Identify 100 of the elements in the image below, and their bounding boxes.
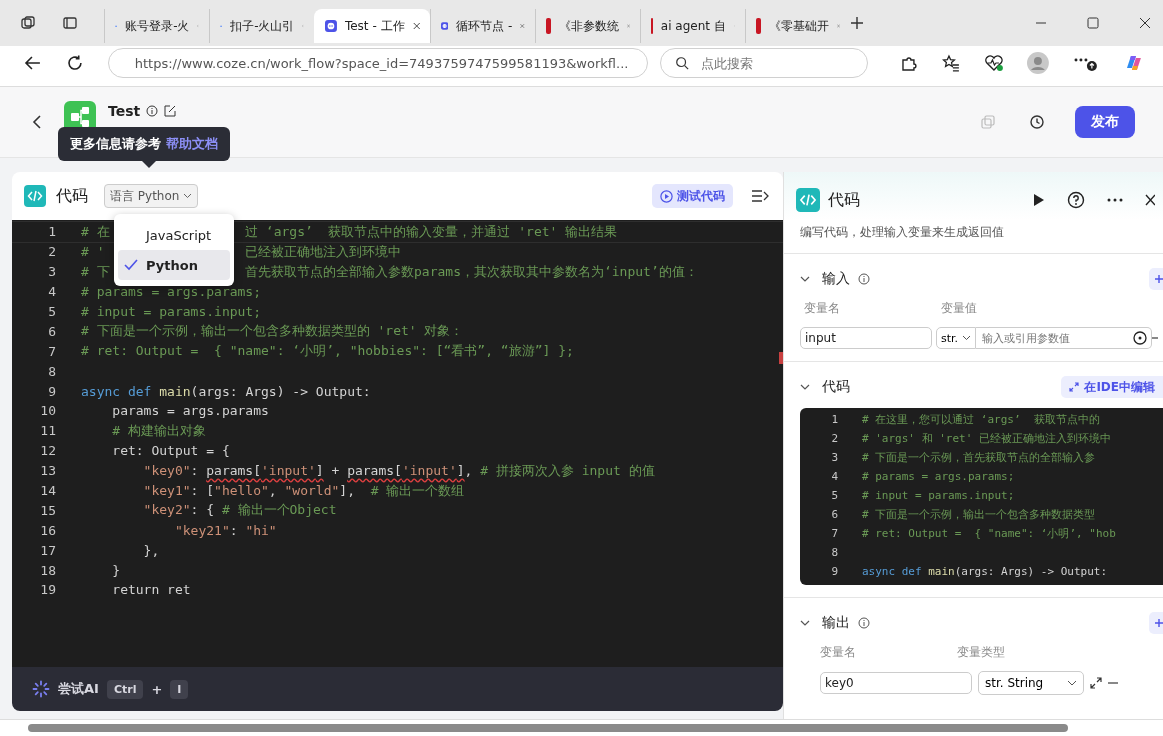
reload-icon[interactable] bbox=[65, 54, 84, 72]
variable-name-field[interactable]: key0 bbox=[820, 672, 972, 694]
language-option[interactable]: JavaScript bbox=[118, 220, 230, 250]
maximize-icon[interactable] bbox=[1087, 17, 1099, 29]
code-text: ], bbox=[339, 482, 356, 498]
test-code-button[interactable]: 测试代码 bbox=[652, 184, 733, 208]
line-number: 3 bbox=[830, 451, 838, 464]
code-text: # 下面是一个示例，首先获取节点的全部输入参 bbox=[862, 451, 1096, 464]
keyboard-key: Ctrl bbox=[106, 679, 144, 699]
line-number: 7 bbox=[830, 527, 838, 540]
tab-title: ai agent 自 bbox=[660, 17, 726, 35]
browser-tab[interactable]: 《零基础开 bbox=[745, 9, 850, 43]
browser-tab[interactable]: 账号登录-火 bbox=[104, 9, 209, 43]
horizontal-scrollbar[interactable] bbox=[0, 719, 1163, 736]
robot-logo-icon bbox=[325, 18, 337, 34]
plus-sign: + bbox=[151, 681, 163, 697]
play-icon[interactable] bbox=[1033, 193, 1045, 207]
line-number: 8 bbox=[47, 363, 56, 379]
avatar-icon[interactable] bbox=[1027, 52, 1050, 74]
tab-actions-icon[interactable] bbox=[62, 15, 78, 31]
url-text: https://www.coze.cn/work_flow?space_id=7493759747599581193&workfl... bbox=[134, 55, 629, 71]
new-tab-icon[interactable] bbox=[850, 16, 864, 30]
info-icon[interactable] bbox=[858, 617, 870, 629]
code-text: # 下面是一个示例，输出一个包含多种数据类型的 'ret' 对象： bbox=[81, 323, 464, 339]
column-header: 变量类型 bbox=[957, 644, 1005, 661]
line-number: 9 bbox=[830, 565, 838, 578]
close-icon[interactable] bbox=[1139, 17, 1151, 29]
tab-title: 账号登录-火 bbox=[125, 17, 190, 35]
info-icon[interactable] bbox=[146, 105, 159, 117]
variable-name-field[interactable]: input bbox=[800, 327, 932, 349]
browser-tab[interactable]: 循环节点 - bbox=[430, 9, 535, 43]
close-icon[interactable] bbox=[1145, 194, 1155, 206]
chevron-down-icon[interactable] bbox=[800, 384, 810, 390]
code-text: params[ bbox=[206, 462, 262, 478]
checkmark-icon bbox=[124, 259, 138, 271]
code-preview[interactable] bbox=[800, 408, 1163, 585]
line-number: 4 bbox=[47, 284, 56, 300]
code-text: async def bbox=[81, 383, 153, 399]
edit-in-ide-button[interactable]: 在IDE中编辑 bbox=[1061, 376, 1163, 398]
workspaces-icon[interactable] bbox=[20, 15, 36, 31]
line-number: 1 bbox=[47, 224, 56, 240]
publish-button[interactable]: 发布 bbox=[1075, 106, 1135, 138]
puzzle-icon[interactable] bbox=[899, 54, 918, 72]
tooltip-text: 更多信息请参考 帮助文档 bbox=[70, 136, 218, 151]
type-select[interactable]: str. String bbox=[978, 671, 1084, 695]
code-text: 过 ‘args’ 获取节点中的输入变量，并通过 'ret' 输出结果 bbox=[245, 223, 618, 239]
line-number: 9 bbox=[47, 383, 56, 399]
code-text: # 'args' 和 'ret' 已经被正确地注入到环境中 bbox=[862, 432, 1111, 445]
line-number: 5 bbox=[830, 489, 838, 502]
try-ai-label[interactable]: 尝试AI bbox=[58, 680, 99, 698]
code-icon bbox=[24, 185, 46, 207]
section-title: 输入 bbox=[822, 270, 850, 288]
browser-tab[interactable]: 《非参数统 bbox=[535, 9, 640, 43]
history-icon[interactable] bbox=[1029, 114, 1045, 130]
info-icon[interactable] bbox=[858, 273, 870, 285]
code-text: 'input' bbox=[401, 462, 457, 478]
expand-arrows-icon[interactable] bbox=[1090, 677, 1102, 689]
node-description: 编写代码，处理输入变量来生成返回值 bbox=[784, 220, 1163, 254]
heartbeat-icon[interactable] bbox=[983, 54, 1004, 72]
language-select[interactable]: 语言 Python bbox=[104, 184, 199, 208]
language-option[interactable]: Python bbox=[118, 250, 230, 280]
collapse-panel-icon[interactable] bbox=[751, 189, 769, 203]
play-circle-icon bbox=[660, 189, 673, 203]
chevron-down-icon[interactable] bbox=[800, 276, 810, 282]
line-number: 13 bbox=[39, 463, 56, 479]
section-title: 输出 bbox=[822, 614, 850, 632]
code-text: async def bbox=[862, 565, 923, 578]
back-arrow-icon[interactable] bbox=[24, 54, 42, 72]
help-docs-link[interactable]: 帮助文档 bbox=[165, 136, 218, 151]
line-number: 11 bbox=[39, 423, 56, 439]
browser-tab[interactable]: ai agent 自 bbox=[640, 9, 745, 43]
column-header: 变量名 bbox=[804, 300, 841, 317]
line-number: 5 bbox=[47, 304, 56, 319]
tab-title: Test - 工作 bbox=[344, 17, 405, 35]
browser-tab[interactable]: Test - 工作 bbox=[314, 9, 430, 43]
edit-icon[interactable] bbox=[164, 105, 177, 117]
code-text: "hi" bbox=[245, 522, 277, 538]
line-number: 4 bbox=[830, 470, 838, 483]
help-icon[interactable] bbox=[1067, 191, 1085, 209]
target-icon[interactable] bbox=[1133, 331, 1148, 345]
workflow-title: Test bbox=[108, 103, 141, 119]
line-number: 15 bbox=[39, 502, 56, 518]
search-input[interactable]: 点此搜索 bbox=[698, 54, 853, 72]
chevron-down-icon[interactable] bbox=[800, 620, 810, 626]
line-number: 1 bbox=[830, 413, 838, 426]
line-number: 16 bbox=[39, 522, 56, 538]
favorites-icon[interactable] bbox=[941, 54, 960, 72]
more-icon[interactable] bbox=[1107, 198, 1123, 202]
sparkle-spinner-icon bbox=[32, 680, 50, 698]
line-number: 2 bbox=[47, 244, 56, 260]
line-number: 12 bbox=[39, 443, 56, 459]
variable-value-field[interactable]: 输入或引用参数值 bbox=[976, 327, 1153, 349]
line-number: 19 bbox=[39, 582, 56, 598]
code-text: params = args.params bbox=[111, 403, 269, 419]
code-text: 已经被正确地注入到环境中 bbox=[245, 243, 401, 259]
add-button[interactable] bbox=[1149, 268, 1163, 290]
tab-title: 《非参数统 bbox=[558, 17, 619, 35]
code-icon bbox=[796, 188, 820, 212]
back-chevron-icon[interactable] bbox=[32, 115, 42, 129]
add-button[interactable] bbox=[1149, 612, 1163, 634]
